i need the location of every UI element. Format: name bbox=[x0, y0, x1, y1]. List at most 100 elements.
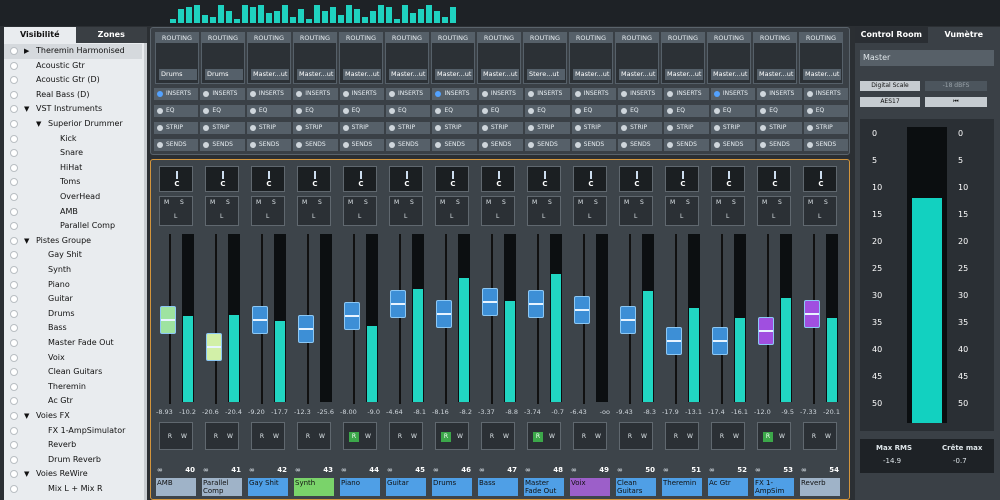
channel-name[interactable]: Gay Shit bbox=[248, 478, 288, 496]
sends-button[interactable]: SENDS bbox=[154, 139, 199, 151]
visibility-toggle[interactable] bbox=[10, 178, 18, 187]
inserts-button[interactable]: INSERTS bbox=[339, 88, 385, 100]
write-button[interactable]: W bbox=[777, 432, 787, 442]
fader-value[interactable]: -8.16 bbox=[432, 408, 449, 418]
read-button[interactable]: R bbox=[441, 432, 451, 442]
fader-handle[interactable] bbox=[712, 327, 728, 355]
tree-item[interactable]: Kick bbox=[4, 132, 142, 147]
write-button[interactable]: W bbox=[547, 432, 557, 442]
solo-button[interactable]: S bbox=[502, 199, 506, 206]
output-selector[interactable]: Master...ut bbox=[435, 69, 473, 80]
strip-button[interactable]: STRIP bbox=[339, 122, 385, 134]
inserts-button[interactable]: INSERTS bbox=[664, 88, 709, 100]
read-button[interactable]: R bbox=[579, 432, 589, 442]
visibility-toggle[interactable] bbox=[10, 251, 18, 260]
sends-button[interactable]: SENDS bbox=[339, 139, 385, 151]
mute-button[interactable]: M bbox=[440, 199, 445, 206]
pan-knob[interactable]: C bbox=[159, 166, 193, 192]
listen-button[interactable]: L bbox=[726, 213, 729, 220]
sends-button[interactable]: SENDS bbox=[525, 139, 570, 151]
fader-handle[interactable] bbox=[482, 288, 498, 316]
eq-button[interactable]: EQ bbox=[432, 105, 477, 117]
strip-button[interactable]: STRIP bbox=[478, 122, 524, 134]
eq-button[interactable]: EQ bbox=[757, 105, 802, 117]
write-button[interactable]: W bbox=[317, 432, 327, 442]
read-button[interactable]: R bbox=[717, 432, 727, 442]
fader-handle[interactable] bbox=[528, 290, 544, 318]
tree-item[interactable]: ▼ VST Instruments bbox=[4, 102, 142, 117]
eq-button[interactable]: EQ bbox=[525, 105, 570, 117]
eq-button[interactable]: EQ bbox=[710, 105, 756, 117]
eq-button[interactable]: EQ bbox=[293, 105, 338, 117]
output-selector[interactable]: Master...ut bbox=[711, 69, 749, 80]
fader-value[interactable]: -9.20 bbox=[248, 408, 265, 418]
visibility-toggle[interactable] bbox=[10, 339, 18, 347]
output-selector[interactable]: Master...ut bbox=[665, 69, 703, 80]
fader-value[interactable]: -17.9 bbox=[662, 408, 679, 418]
inserts-button[interactable]: INSERTS bbox=[478, 88, 524, 100]
tree-item[interactable]: ▼ Superior Drummer bbox=[4, 117, 142, 132]
inserts-button[interactable]: INSERTS bbox=[154, 88, 199, 100]
inserts-button[interactable]: INSERTS bbox=[803, 88, 849, 100]
sends-button[interactable]: SENDS bbox=[618, 139, 663, 151]
fader-handle[interactable] bbox=[390, 290, 406, 318]
listen-button[interactable]: L bbox=[312, 213, 315, 220]
solo-button[interactable]: S bbox=[180, 199, 184, 206]
strip-button[interactable]: STRIP bbox=[246, 122, 292, 134]
tree-item[interactable]: Snare bbox=[4, 146, 142, 161]
visibility-toggle[interactable] bbox=[10, 470, 18, 479]
visibility-toggle[interactable] bbox=[10, 441, 18, 450]
strip-button[interactable]: STRIP bbox=[803, 122, 849, 134]
aes17-button[interactable]: AES17 bbox=[860, 97, 920, 107]
output-selector[interactable]: Master...ut bbox=[297, 69, 335, 80]
pan-knob[interactable]: C bbox=[573, 166, 607, 192]
pan-knob[interactable]: C bbox=[803, 166, 837, 192]
sends-button[interactable]: SENDS bbox=[803, 139, 849, 151]
fader-handle[interactable] bbox=[758, 317, 774, 345]
visibility-toggle[interactable] bbox=[10, 353, 18, 362]
strip-button[interactable]: STRIP bbox=[618, 122, 663, 134]
write-button[interactable]: W bbox=[409, 432, 419, 442]
master-selector[interactable]: Master bbox=[860, 50, 994, 66]
fader-value[interactable]: -3.74 bbox=[524, 408, 541, 418]
pan-knob[interactable]: C bbox=[481, 166, 515, 192]
visibility-toggle[interactable] bbox=[10, 485, 18, 493]
solo-button[interactable]: S bbox=[594, 199, 598, 206]
read-button[interactable]: R bbox=[809, 432, 819, 442]
pan-knob[interactable]: C bbox=[619, 166, 653, 192]
visibility-toggle[interactable] bbox=[10, 76, 18, 85]
pan-knob[interactable]: C bbox=[757, 166, 791, 192]
output-selector[interactable]: Master...ut bbox=[251, 69, 289, 80]
fader-value[interactable]: -20.6 bbox=[202, 408, 219, 418]
fader-value[interactable]: -12.3 bbox=[294, 408, 311, 418]
solo-button[interactable]: S bbox=[640, 199, 644, 206]
solo-button[interactable]: S bbox=[364, 199, 368, 206]
channel-name[interactable]: Master Fade Out bbox=[524, 478, 564, 496]
inserts-button[interactable]: INSERTS bbox=[432, 88, 477, 100]
channel-name[interactable]: Guitar bbox=[386, 478, 426, 496]
mute-button[interactable]: M bbox=[532, 199, 537, 206]
solo-button[interactable]: S bbox=[778, 199, 782, 206]
channel-name[interactable]: Synth bbox=[294, 478, 334, 496]
listen-button[interactable]: L bbox=[772, 213, 775, 220]
write-button[interactable]: W bbox=[593, 432, 603, 442]
channel-name[interactable]: Clean Guitars bbox=[616, 478, 656, 496]
read-button[interactable]: R bbox=[671, 432, 681, 442]
tree-item[interactable]: Drum Reverb bbox=[4, 453, 142, 468]
fader-value[interactable]: -6.43 bbox=[570, 408, 587, 418]
channel-name[interactable]: Drums bbox=[432, 478, 472, 496]
solo-button[interactable]: S bbox=[456, 199, 460, 206]
eq-button[interactable]: EQ bbox=[803, 105, 849, 117]
channel-name[interactable]: AMB bbox=[156, 478, 196, 496]
sends-button[interactable]: SENDS bbox=[757, 139, 802, 151]
solo-button[interactable]: S bbox=[824, 199, 828, 206]
visibility-toggle[interactable] bbox=[10, 236, 18, 245]
write-button[interactable]: W bbox=[639, 432, 649, 442]
eq-button[interactable]: EQ bbox=[246, 105, 292, 117]
fader-handle[interactable] bbox=[574, 296, 590, 324]
output-selector[interactable]: Master...ut bbox=[803, 69, 841, 80]
listen-button[interactable]: L bbox=[220, 213, 223, 220]
listen-button[interactable]: L bbox=[634, 213, 637, 220]
output-selector[interactable]: Master...ut bbox=[757, 69, 795, 80]
mute-button[interactable]: M bbox=[716, 199, 721, 206]
